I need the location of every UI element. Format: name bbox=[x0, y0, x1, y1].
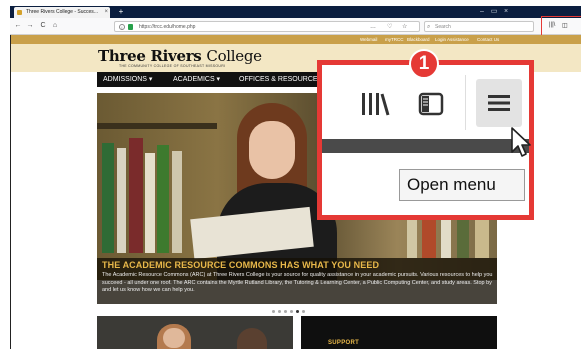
nav-offices-resources[interactable]: OFFICES & RESOURCES bbox=[239, 72, 322, 87]
college-favicon-icon bbox=[17, 10, 22, 15]
back-button[interactable]: ← bbox=[13, 21, 23, 31]
window-close-button[interactable]: × bbox=[500, 6, 512, 18]
slider-dot[interactable] bbox=[290, 310, 293, 313]
slider-dot[interactable] bbox=[302, 310, 305, 313]
open-menu-button[interactable] bbox=[476, 79, 522, 127]
toolbar-separator bbox=[465, 75, 466, 130]
logo-main-text: Three Rivers bbox=[98, 47, 202, 65]
hero-caption: THE ACADEMIC RESOURCE COMMONS HAS WHAT Y… bbox=[97, 258, 497, 304]
sidebar-icon[interactable] bbox=[418, 92, 444, 116]
page-actions-icon[interactable]: … bbox=[370, 22, 376, 32]
tab-close-icon[interactable]: × bbox=[104, 7, 108, 18]
hero-title[interactable]: THE ACADEMIC RESOURCE COMMONS HAS WHAT Y… bbox=[102, 260, 379, 270]
open-menu-tooltip: Open menu bbox=[399, 169, 525, 201]
navigation-toolbar: ← → C ⌂ i https://trcc.edu/home.php … ♡ … bbox=[10, 18, 581, 35]
address-bar[interactable]: i https://trcc.edu/home.php … ♡ ☆ bbox=[114, 21, 420, 32]
step-number-badge: 1 bbox=[409, 49, 439, 79]
support-panel[interactable]: SUPPORT bbox=[301, 316, 497, 349]
search-icon: ⌕ bbox=[427, 24, 431, 30]
slider-dot[interactable] bbox=[296, 310, 299, 313]
link-contact-us[interactable]: Contact Us bbox=[477, 35, 499, 44]
url-text[interactable]: https://trcc.edu/home.php bbox=[139, 22, 195, 32]
nav-academics[interactable]: ACADEMICS ▾ bbox=[173, 72, 220, 87]
slider-dot[interactable] bbox=[272, 310, 275, 313]
forward-button[interactable]: → bbox=[25, 21, 35, 31]
slider-dot[interactable] bbox=[278, 310, 281, 313]
search-input[interactable]: Search bbox=[435, 22, 451, 32]
tab-title: Three Rivers College - Succes... bbox=[26, 9, 98, 15]
lock-icon bbox=[128, 24, 133, 30]
search-bar[interactable]: ⌕ Search bbox=[424, 21, 534, 32]
pocket-icon[interactable]: ♡ bbox=[387, 22, 392, 32]
hamburger-menu-icon bbox=[488, 95, 510, 111]
zoom-callout: Open menu bbox=[317, 60, 534, 220]
hero-description: The Academic Resource Commons (ARC) at T… bbox=[102, 272, 493, 293]
mouse-cursor-icon bbox=[511, 127, 531, 157]
bookmark-star-icon[interactable]: ☆ bbox=[402, 22, 407, 32]
link-login-assistance[interactable]: Login Assistance bbox=[435, 35, 469, 44]
link-blackboard[interactable]: Blackboard bbox=[407, 35, 430, 44]
tab-strip: Three Rivers College - Succes... × + – ▭… bbox=[10, 6, 581, 18]
link-webmail[interactable]: Webmail bbox=[360, 35, 377, 44]
minimize-button[interactable]: – bbox=[476, 6, 488, 18]
slider-dots[interactable] bbox=[272, 300, 308, 313]
feature-panel-photo[interactable] bbox=[97, 316, 293, 349]
logo-accent-text: College bbox=[206, 47, 262, 65]
home-button[interactable]: ⌂ bbox=[50, 21, 60, 31]
site-utility-bar: Webmail myTRCC Blackboard Login Assistan… bbox=[11, 35, 581, 44]
logo-tagline: THE COMMUNITY COLLEGE OF SOUTHEAST MISSO… bbox=[119, 64, 226, 68]
library-icon-small[interactable]: |||\ bbox=[549, 22, 555, 28]
maximize-button[interactable]: ▭ bbox=[488, 6, 500, 18]
page-nav-strip bbox=[322, 139, 529, 153]
site-info-icon[interactable]: i bbox=[119, 24, 125, 30]
reload-button[interactable]: C bbox=[38, 21, 48, 31]
support-label: SUPPORT bbox=[328, 340, 360, 346]
slider-dot[interactable] bbox=[284, 310, 287, 313]
sidebar-icon-small[interactable]: ◫ bbox=[562, 22, 568, 29]
college-logo[interactable]: Three Rivers College bbox=[98, 47, 262, 65]
link-mytrcc[interactable]: myTRCC bbox=[385, 35, 404, 44]
library-icon[interactable] bbox=[360, 91, 390, 117]
new-tab-button[interactable]: + bbox=[116, 6, 126, 18]
nav-admissions[interactable]: ADMISSIONS ▾ bbox=[103, 72, 152, 87]
viewport-border bbox=[10, 35, 11, 349]
browser-tab[interactable]: Three Rivers College - Succes... × bbox=[14, 7, 110, 18]
